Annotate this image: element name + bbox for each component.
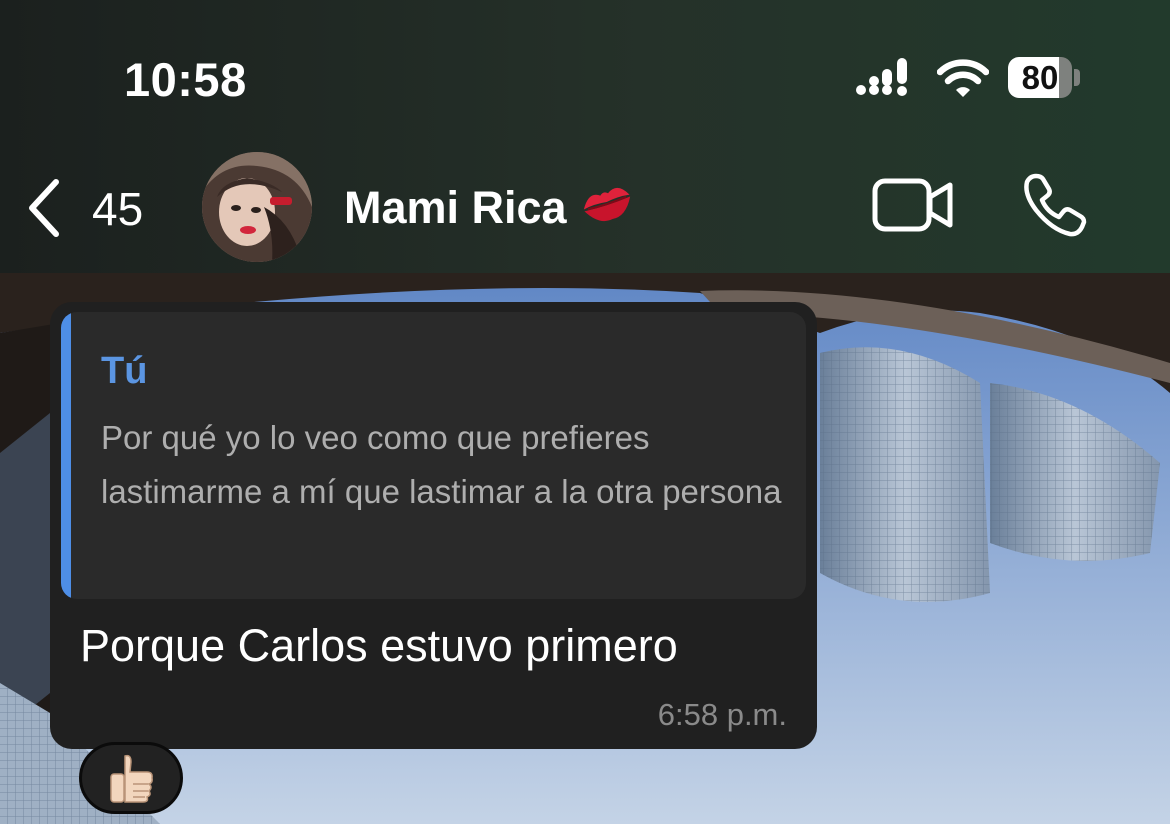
contact-avatar[interactable]: [202, 152, 312, 262]
reaction-badge[interactable]: [79, 742, 183, 814]
battery-icon: 80: [1008, 57, 1072, 98]
battery-tip: [1074, 69, 1080, 86]
message-bubble[interactable]: Tú Por qué yo lo veo como que prefieres …: [50, 302, 817, 749]
kiss-lips-emoji: [583, 187, 631, 222]
signal-icon: [856, 58, 907, 96]
wifi-icon: [937, 59, 989, 97]
quote-accent-bar: [61, 312, 71, 599]
avatar-image: [202, 152, 312, 262]
chat-header: 10:58 80 45 Mami Rica: [0, 0, 1170, 273]
message-text: Porque Carlos estuvo primero: [80, 620, 678, 671]
quoted-author: Tú: [101, 350, 148, 392]
thumbs-up-emoji: [110, 754, 153, 803]
quoted-text: Por qué yo lo veo como que prefieres las…: [101, 419, 782, 510]
unread-count[interactable]: 45: [92, 182, 143, 236]
phone-call-icon[interactable]: [1022, 172, 1088, 238]
chevron-left-icon[interactable]: [24, 176, 64, 240]
message-time: 6:58 p.m.: [657, 697, 787, 732]
video-call-icon[interactable]: [872, 177, 954, 233]
contact-name[interactable]: Mami Rica: [344, 182, 567, 234]
quoted-message[interactable]: Tú Por qué yo lo veo como que prefieres …: [61, 312, 806, 599]
status-time: 10:58: [124, 53, 247, 106]
battery-level: 80: [1021, 59, 1059, 96]
